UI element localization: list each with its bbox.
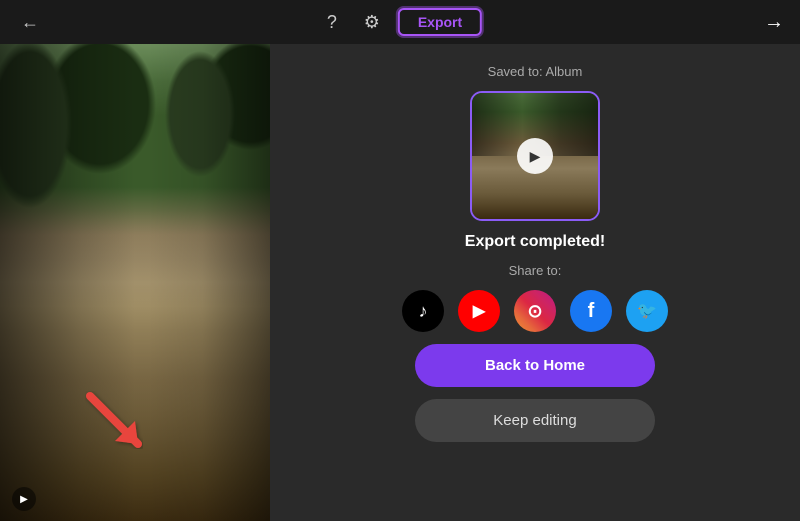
facebook-share-button[interactable]: f	[570, 290, 612, 332]
youtube-share-button[interactable]: ▶	[458, 290, 500, 332]
video-preview[interactable]: ▶	[0, 44, 270, 521]
back-to-home-button[interactable]: Back to Home	[415, 344, 655, 387]
instagram-icon: ⊙	[527, 301, 542, 322]
arrow-overlay	[80, 386, 150, 461]
tiktok-share-button[interactable]: ♪	[402, 290, 444, 332]
header-center: ? ⚙ Export	[318, 8, 482, 36]
facebook-icon: f	[588, 300, 595, 323]
share-to-label: Share to:	[509, 263, 562, 278]
play-icon: ▶	[20, 494, 28, 505]
export-completed-label: Export completed!	[465, 233, 605, 251]
keep-editing-button[interactable]: Keep editing	[415, 399, 655, 442]
forward-arrow-icon: →	[764, 11, 784, 34]
share-row: ♪ ▶ ⊙ f 🐦	[402, 290, 668, 332]
right-panel: Saved to: Album ▶ Export completed! Shar…	[270, 44, 800, 521]
twitter-share-button[interactable]: 🐦	[626, 290, 668, 332]
saved-to-label: Saved to: Album	[488, 64, 583, 79]
main-content: ▶ Saved to: Album ▶ Export completed! Sh…	[0, 44, 800, 521]
twitter-icon: 🐦	[637, 301, 657, 321]
red-arrow-icon	[80, 386, 150, 456]
header: ← ? ⚙ Export →	[0, 0, 800, 44]
youtube-icon: ▶	[473, 301, 485, 321]
export-button[interactable]: Export	[398, 8, 482, 36]
video-panel: ▶	[0, 44, 270, 521]
back-button[interactable]: ←	[16, 8, 44, 36]
video-thumbnail[interactable]: ▶	[470, 91, 600, 221]
play-button[interactable]: ▶	[12, 487, 36, 511]
header-left: ←	[16, 8, 44, 36]
instagram-share-button[interactable]: ⊙	[514, 290, 556, 332]
help-button[interactable]: ?	[318, 8, 346, 36]
tiktok-icon: ♪	[419, 301, 428, 322]
thumbnail-play-button[interactable]: ▶	[517, 138, 553, 174]
header-right: →	[764, 11, 784, 34]
settings-button[interactable]: ⚙	[358, 8, 386, 36]
thumbnail-play-icon: ▶	[530, 148, 541, 165]
